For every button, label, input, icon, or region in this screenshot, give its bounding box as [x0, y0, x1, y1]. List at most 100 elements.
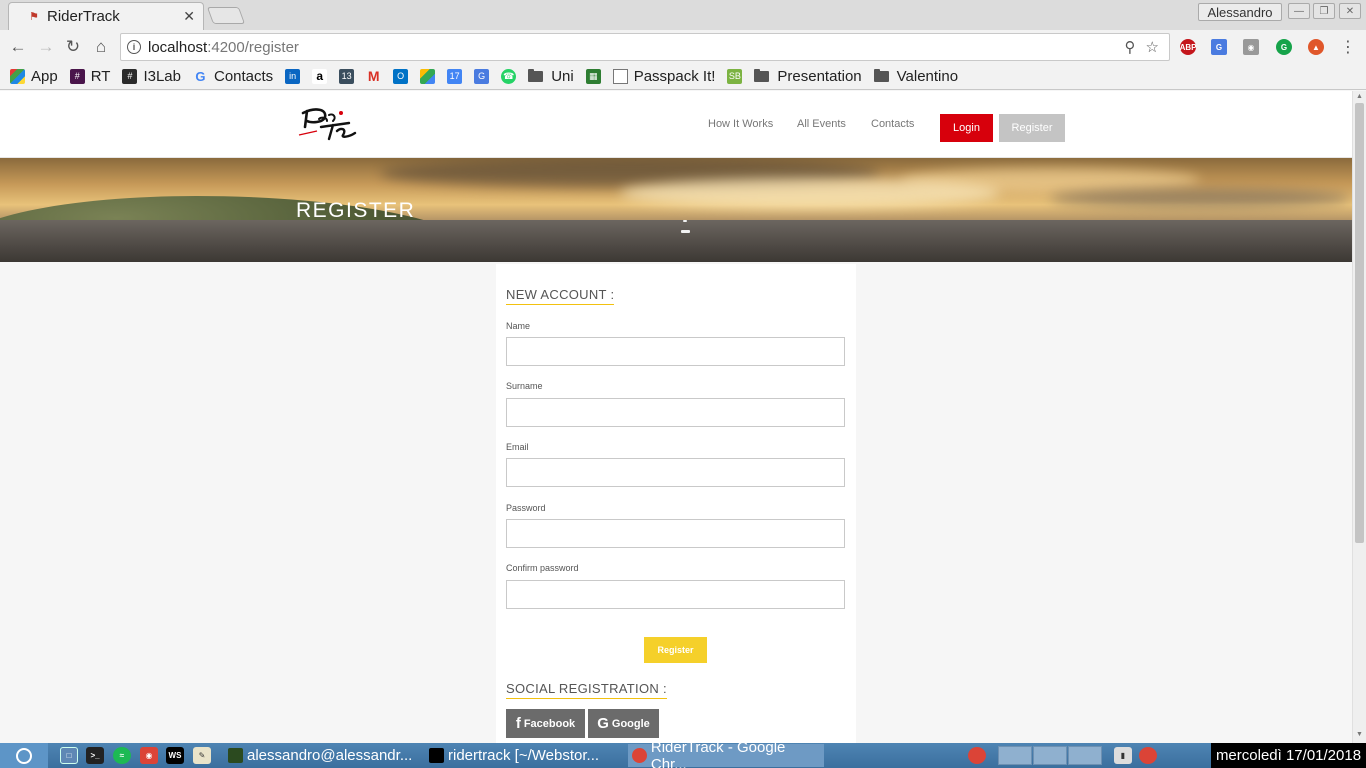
bookmark-contacts[interactable]: G Contacts [193, 68, 273, 85]
page-scrollbar[interactable]: ▲ ▼ [1352, 91, 1366, 743]
terminal-icon[interactable]: >_ [86, 747, 104, 764]
drive-icon[interactable] [420, 68, 436, 84]
webstorm-icon[interactable]: WS [166, 747, 184, 764]
taskbar-task-chrome[interactable]: RiderTrack - Google Chr... [628, 739, 824, 768]
workspace-3[interactable] [1068, 746, 1102, 765]
site-info-icon[interactable]: i [127, 40, 141, 54]
tab-close-icon[interactable]: ✕ [183, 8, 195, 25]
spotify-icon[interactable]: ≈ [113, 747, 131, 764]
task-label: RiderTrack - Google Chr... [650, 738, 786, 768]
minimize-icon[interactable]: — [1288, 3, 1310, 19]
adblock-icon[interactable]: ABP [1180, 39, 1196, 55]
chrome-tray-icon[interactable] [968, 747, 986, 764]
back-icon[interactable]: ← [7, 36, 29, 58]
camera-icon[interactable]: ◉ [1243, 39, 1259, 55]
workspace-1[interactable] [998, 746, 1032, 765]
webstorm-icon [429, 748, 444, 763]
menu-icon[interactable]: ⋮ [1337, 36, 1359, 58]
terminal-icon [228, 748, 243, 763]
ridertrack-logo[interactable] [297, 105, 359, 143]
scroll-thumb[interactable] [1355, 103, 1364, 543]
scroll-up-icon[interactable]: ▲ [1356, 93, 1363, 100]
task-label: ridertrack [~/Webstor... [448, 747, 600, 764]
outlook-icon[interactable]: O [393, 68, 409, 84]
google-icon: G [597, 715, 609, 732]
tab-title: RiderTrack [47, 8, 120, 25]
bookmark-label: Presentation [777, 67, 862, 85]
bookmark-label: Passpack It! [633, 67, 716, 85]
email-label: Email [506, 442, 529, 452]
chrome-icon [632, 748, 647, 763]
bookmark-presentation[interactable]: Presentation [754, 67, 862, 85]
nav-all-events[interactable]: All Events [797, 118, 846, 130]
close-window-icon[interactable]: ✕ [1339, 3, 1361, 19]
sb-icon[interactable]: SB [727, 68, 743, 84]
bookmark-uni[interactable]: Uni [528, 68, 574, 85]
scroll-down-icon[interactable]: ▼ [1356, 731, 1363, 738]
surname-input[interactable] [506, 398, 845, 427]
login-button[interactable]: Login [940, 114, 993, 142]
hash-icon: # [69, 68, 85, 84]
battery-icon[interactable]: ▮ [1114, 747, 1132, 764]
zoom-icon[interactable]: ⚲ [1125, 38, 1136, 56]
password-input[interactable] [506, 519, 845, 548]
bookmark-app[interactable]: App [10, 68, 58, 85]
bookmark-star-icon[interactable]: ☆ [1146, 38, 1159, 56]
name-label: Name [506, 321, 531, 331]
file-manager-icon[interactable]: □ [60, 747, 78, 764]
google-icon: G [195, 68, 206, 84]
workspace-2[interactable] [1033, 746, 1067, 765]
start-button[interactable] [0, 743, 48, 768]
forward-icon[interactable]: → [35, 36, 57, 58]
new-account-title: NEW ACCOUNT : [506, 287, 615, 305]
browser-tab-active[interactable]: ⚑ RiderTrack ✕ [8, 2, 204, 30]
translate-icon[interactable]: G [474, 68, 490, 84]
amazon-icon[interactable]: a [312, 68, 328, 84]
restore-icon[interactable]: ❐ [1313, 3, 1335, 19]
bookmark-label: Contacts [213, 67, 274, 85]
bookmark-rt[interactable]: # RT [69, 67, 111, 85]
google-register-button[interactable]: G Google [588, 709, 659, 738]
address-bar[interactable]: i localhost:4200/register ⚲ ☆ [120, 33, 1170, 61]
email-input[interactable] [506, 458, 845, 487]
grid-icon[interactable]: ▦ [585, 68, 601, 84]
confirm-password-input[interactable] [506, 580, 845, 609]
bookmark-label: I3Lab [143, 67, 181, 85]
chrome-launcher-icon[interactable]: ◉ [140, 747, 158, 764]
calendar-icon[interactable]: 13 [339, 68, 355, 84]
profile-button[interactable]: Alessandro [1198, 3, 1282, 21]
url-text[interactable]: localhost:4200/register [148, 39, 1125, 56]
clock[interactable]: mercoledì 17/01/2018 [1211, 743, 1366, 768]
surname-label: Surname [506, 381, 543, 391]
extension-icon[interactable]: ▲ [1308, 39, 1324, 55]
bookmark-passpack[interactable]: Passpack It! [612, 67, 716, 85]
facebook-register-button[interactable]: f Facebook [506, 709, 585, 738]
password-label: Password [506, 503, 546, 513]
bookmark-i3lab[interactable]: # I3Lab [122, 68, 181, 85]
task-label: alessandro@alessandr... [247, 747, 413, 764]
register-nav-button[interactable]: Register [999, 114, 1065, 142]
chrome-notify-icon[interactable] [1139, 747, 1157, 764]
bookmark-valentino[interactable]: Valentino [873, 67, 959, 85]
google-label: Google [611, 717, 650, 730]
bookmark-label: RT [90, 67, 111, 85]
new-tab-button[interactable] [206, 7, 246, 24]
register-submit-button[interactable]: Register [644, 637, 707, 663]
reload-icon[interactable]: ↻ [62, 36, 84, 58]
site-header: How It Works All Events Contacts Login R… [0, 91, 1352, 158]
home-icon[interactable]: ⌂ [90, 36, 112, 58]
hero-banner: REGISTER [0, 158, 1352, 262]
grammarly-icon[interactable]: G [1276, 39, 1292, 55]
nav-contacts[interactable]: Contacts [871, 118, 914, 130]
gmail-icon[interactable]: M [366, 68, 381, 84]
linkedin-icon[interactable]: in [285, 68, 301, 84]
google-calendar-icon[interactable]: 17 [447, 68, 463, 84]
text-editor-icon[interactable]: ✎ [193, 747, 211, 764]
nav-how-it-works[interactable]: How It Works [708, 118, 773, 130]
bookmark-label: Valentino [896, 67, 959, 85]
taskbar-task-webstorm[interactable]: ridertrack [~/Webstor... [425, 744, 621, 767]
taskbar-task-terminal[interactable]: alessandro@alessandr... [224, 744, 420, 767]
translate-icon[interactable]: G [1211, 39, 1227, 55]
whatsapp-icon[interactable]: ☎ [501, 68, 517, 84]
name-input[interactable] [506, 337, 845, 366]
